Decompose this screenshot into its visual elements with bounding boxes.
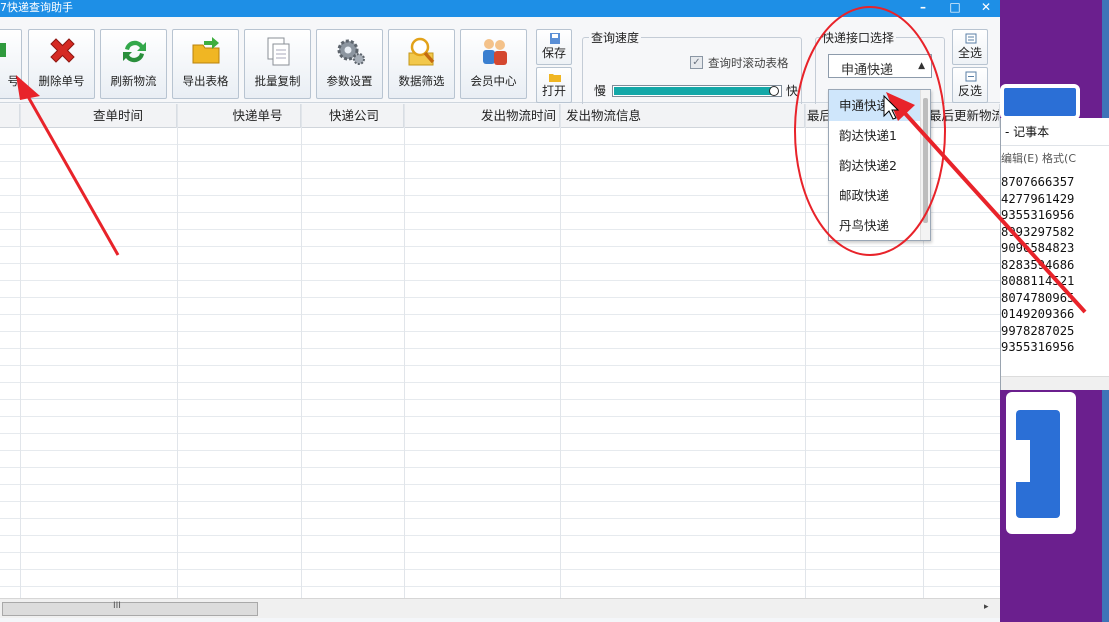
delete-icon <box>50 38 75 63</box>
member-center-button[interactable]: 会员中心 <box>460 29 527 99</box>
notepad-line: 4277961429 <box>1001 191 1075 206</box>
open-label: 打开 <box>541 84 566 98</box>
scrollbar-thumb[interactable]: III <box>2 601 258 616</box>
column-header-last-update[interactable]: 最后更新物流 <box>923 104 1000 128</box>
express-api-title: 快递接口选择 <box>820 29 897 46</box>
open-button[interactable]: 打开 <box>536 67 572 103</box>
notepad-line: 9355316956 <box>1001 208 1075 222</box>
add-number-icon <box>0 43 6 57</box>
scroll-right-arrow-icon[interactable]: ▸ <box>984 602 989 612</box>
delete-number-button[interactable]: 删除单号 <box>28 29 95 99</box>
column-divider <box>301 104 302 598</box>
column-divider <box>20 104 21 598</box>
invert-selection-button[interactable]: 反选 <box>952 67 988 103</box>
maximize-button[interactable]: □ <box>944 0 966 15</box>
notepad-line: 8074780965 <box>1001 290 1075 305</box>
batch-copy-label: 批量复制 <box>254 74 301 88</box>
batch-copy-button[interactable]: 批量复制 <box>244 29 311 99</box>
app-title: 7快递查询助手 <box>0 1 73 14</box>
scroll-table-label: 查询时滚动表格 <box>708 56 789 70</box>
delete-number-label: 删除单号 <box>38 74 85 88</box>
parameter-settings-button[interactable]: 参数设置 <box>316 29 383 99</box>
query-speed-title: 查询速度 <box>589 29 642 46</box>
add-number-label: 号 <box>7 74 20 88</box>
desktop-icon-tile-cutout <box>1016 440 1030 482</box>
dropdown-scrollbar-thumb[interactable] <box>923 98 928 223</box>
slider-thumb[interactable] <box>769 86 779 96</box>
refresh-logistics-button[interactable]: 刷新物流 <box>100 29 167 99</box>
save-icon <box>550 33 560 44</box>
gear-icon <box>337 39 365 65</box>
scroll-table-checkbox[interactable]: ✓ <box>690 56 703 69</box>
export-folder-icon <box>192 37 220 64</box>
invert-selection-label: 反选 <box>957 84 982 98</box>
column-header-query-time[interactable]: 查单时间 <box>20 104 177 128</box>
column-divider <box>404 104 405 598</box>
notepad-line: 8707666357 <box>1001 175 1075 189</box>
screen: - 记事本 编辑(E) 格式(C 8707666357 4277961429 9… <box>0 0 1109 622</box>
chevron-up-icon: ▲ <box>918 61 925 71</box>
data-filter-button[interactable]: 数据筛选 <box>388 29 455 99</box>
save-button[interactable]: 保存 <box>536 29 572 65</box>
notepad-line: 9355316956 <box>1001 340 1075 354</box>
notepad-scrollbar[interactable] <box>1001 376 1109 390</box>
slow-label: 慢 <box>594 84 607 98</box>
member-center-label: 会员中心 <box>470 74 517 88</box>
dropdown-option-yunda-1[interactable]: 韵达快递1 <box>829 120 921 151</box>
minimize-button[interactable]: – <box>912 0 934 15</box>
add-number-button[interactable]: 号 <box>0 29 22 99</box>
refresh-logistics-label: 刷新物流 <box>110 74 157 88</box>
notepad-window[interactable]: - 记事本 编辑(E) 格式(C 8707666357 4277961429 9… <box>1000 118 1109 390</box>
open-folder-icon <box>549 74 561 82</box>
dropdown-option-shentong[interactable]: 申通快递 <box>829 90 921 121</box>
column-header-ship-info[interactable]: 发出物流信息 <box>560 104 805 128</box>
dropdown-option-danniao[interactable]: 丹鸟快递 <box>829 210 921 241</box>
column-header-ship-time[interactable]: 发出物流时间 <box>404 104 560 128</box>
express-api-selected: 申通快递 <box>841 63 894 78</box>
query-speed-slider[interactable] <box>612 85 782 97</box>
notepad-title: - 记事本 <box>1001 118 1109 146</box>
notepad-line: 8088114521 <box>1001 274 1075 288</box>
slider-fill <box>614 87 772 95</box>
select-all-button[interactable]: 全选 <box>952 29 988 65</box>
save-label: 保存 <box>541 46 566 60</box>
copy-icon <box>267 37 290 66</box>
data-filter-label: 数据筛选 <box>398 74 445 88</box>
filter-search-icon <box>408 37 435 66</box>
notepad-menu[interactable]: 编辑(E) 格式(C <box>1001 148 1109 170</box>
dropdown-option-yunda-2[interactable]: 韵达快递2 <box>829 150 921 181</box>
members-icon <box>483 39 507 65</box>
fast-label: 快 <box>786 84 799 98</box>
scrollbar-grip: III <box>113 601 121 611</box>
parameter-settings-label: 参数设置 <box>326 74 373 88</box>
column-divider <box>560 104 561 598</box>
export-table-button[interactable]: 导出表格 <box>172 29 239 99</box>
query-speed-group: 查询速度 ✓ 查询时滚动表格 慢 快 <box>582 29 802 113</box>
dropdown-scrollbar[interactable] <box>920 90 930 240</box>
invert-selection-icon <box>965 71 977 82</box>
select-all-label: 全选 <box>957 46 982 60</box>
notepad-line: 8283594686 <box>1001 257 1075 272</box>
column-header-partial[interactable] <box>0 104 20 128</box>
express-query-app: 7快递查询助手 – □ ✕ 号 删除单号 刷新物流 导出表格 批量复制 参数设置… <box>0 0 1000 622</box>
column-divider <box>177 104 178 598</box>
refresh-icon <box>123 40 146 63</box>
title-bar[interactable]: 7快递查询助手 – □ ✕ <box>0 0 1000 17</box>
desktop-icon-tile <box>1000 84 1080 120</box>
select-all-icon <box>965 33 977 44</box>
close-button[interactable]: ✕ <box>975 0 997 15</box>
notepad-line: 9096584823 <box>1001 241 1075 255</box>
notepad-line: 8993297582 <box>1001 224 1075 239</box>
column-divider <box>805 104 806 598</box>
express-api-dropdown[interactable]: 申通快递 韵达快递1 韵达快递2 邮政快递 丹鸟快递 <box>828 89 931 241</box>
export-table-label: 导出表格 <box>182 74 229 88</box>
horizontal-scrollbar[interactable]: III ▸ <box>0 598 1000 618</box>
notepad-line: 9978287025 <box>1001 323 1075 338</box>
column-header-courier[interactable]: 快递公司 <box>301 104 404 128</box>
express-api-select[interactable]: 申通快递 ▲ <box>828 54 932 78</box>
column-header-tracking-number[interactable]: 快递单号 <box>177 104 301 128</box>
dropdown-option-postal[interactable]: 邮政快递 <box>829 180 921 211</box>
notepad-line: 0149209366 <box>1001 307 1075 321</box>
